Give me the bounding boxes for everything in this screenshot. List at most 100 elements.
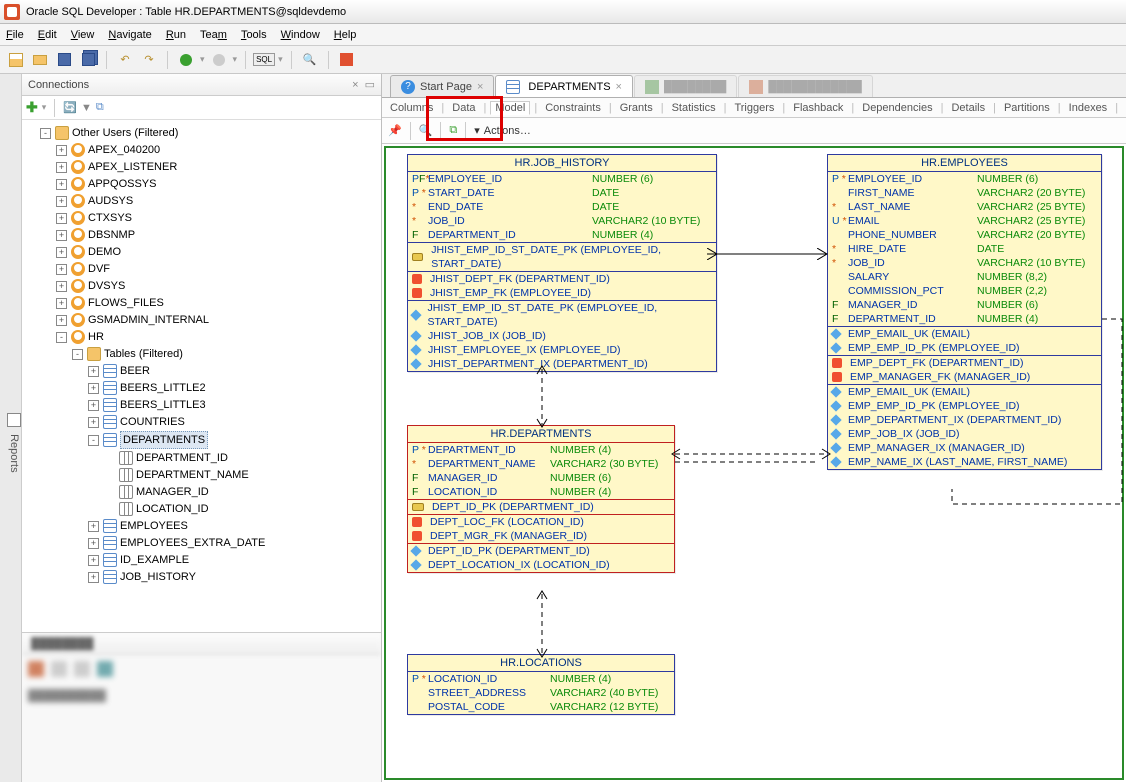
menu-window[interactable]: Window <box>281 29 320 41</box>
subtab-flashback[interactable]: Flashback <box>789 102 847 114</box>
subtab-partitions[interactable]: Partitions <box>1000 102 1054 114</box>
tree-user[interactable]: CTXSYS <box>88 212 132 224</box>
entity-title: HR.LOCATIONS <box>408 655 674 672</box>
expand-icon[interactable]: ⧉ <box>96 101 104 114</box>
tree-table[interactable]: COUNTRIES <box>120 416 185 428</box>
tree-table[interactable]: BEERS_LITTLE2 <box>120 382 206 394</box>
tree-user[interactable]: APPQOSSYS <box>88 178 156 190</box>
tree-user[interactable]: DBSNMP <box>88 229 135 241</box>
tree-user[interactable]: AUDSYS <box>88 195 133 207</box>
subtab-sql[interactable]: SQL <box>1122 102 1126 114</box>
refresh-tree-icon[interactable]: 🔄 <box>63 101 77 114</box>
tree-user[interactable]: FLOWS_FILES <box>88 297 164 309</box>
redo-icon[interactable]: ↷ <box>139 50 159 70</box>
subtab-model[interactable]: Model <box>490 101 530 115</box>
entity-job-history[interactable]: HR.JOB_HISTORY PF*EMPLOYEE_IDNUMBER (6)P… <box>407 154 717 372</box>
tree-table[interactable]: EMPLOYEES_EXTRA_DATE <box>120 537 265 549</box>
saveall-icon[interactable] <box>78 50 98 70</box>
tree-toggle[interactable]: + <box>56 281 67 292</box>
subtab-columns[interactable]: Columns <box>386 102 437 114</box>
tree-toggle[interactable]: + <box>56 179 67 190</box>
nav-fwd-icon[interactable] <box>209 50 229 70</box>
stop-icon[interactable] <box>337 50 357 70</box>
entity-title: HR.DEPARTMENTS <box>408 426 674 443</box>
tree-toggle[interactable]: + <box>56 264 67 275</box>
tree-tables[interactable]: Tables (Filtered) <box>104 348 183 360</box>
entity-locations[interactable]: HR.LOCATIONS P *LOCATION_IDNUMBER (4)STR… <box>407 654 675 715</box>
close-tab-icon[interactable]: × <box>616 81 622 93</box>
filter-icon[interactable]: ▼ <box>81 102 92 114</box>
new-connection-icon[interactable]: ✚ <box>26 99 38 116</box>
connections-close-icon[interactable]: × <box>352 79 358 91</box>
new-icon[interactable] <box>6 50 26 70</box>
menu-team[interactable]: Team <box>200 29 227 41</box>
user-icon <box>71 330 85 344</box>
connections-tree[interactable]: - Other Users (Filtered) + APEX_040200 + APE… <box>22 120 381 632</box>
tree-table-selected[interactable]: DEPARTMENTS <box>120 431 208 449</box>
menu-edit[interactable]: Edit <box>38 29 57 41</box>
tree-toggle[interactable]: + <box>56 196 67 207</box>
dropdown-icon[interactable]: ▾ <box>474 124 480 137</box>
tree-toggle[interactable]: + <box>56 213 67 224</box>
close-tab-icon[interactable]: × <box>477 81 483 93</box>
tab-ghost2[interactable]: ████████████ <box>738 75 873 97</box>
zoom-icon[interactable]: 🔍 <box>419 124 433 137</box>
tree-table[interactable]: JOB_HISTORY <box>120 571 196 583</box>
tree-user[interactable]: APEX_LISTENER <box>88 161 177 173</box>
subtab-details[interactable]: Details <box>947 102 989 114</box>
save-icon[interactable] <box>54 50 74 70</box>
menu-navigate[interactable]: Navigate <box>108 29 151 41</box>
menu-view[interactable]: View <box>71 29 95 41</box>
tree-table[interactable]: ID_EXAMPLE <box>120 554 189 566</box>
tree-toggle[interactable]: + <box>56 298 67 309</box>
connections-minimize-icon[interactable]: ▭ <box>365 78 375 91</box>
subtab-grants[interactable]: Grants <box>616 102 657 114</box>
open-icon[interactable] <box>30 50 50 70</box>
tree-toggle[interactable]: + <box>56 145 67 156</box>
tree-toggle[interactable]: + <box>56 162 67 173</box>
tree-column[interactable]: LOCATION_ID <box>136 503 209 515</box>
menu-run[interactable]: Run <box>166 29 186 41</box>
tree-toggle[interactable]: - <box>40 128 51 139</box>
tree-user[interactable]: DEMO <box>88 246 121 258</box>
binoculars-icon[interactable]: 🔍 <box>300 50 320 70</box>
pin-icon[interactable]: 📌 <box>388 124 402 137</box>
diagram-icon[interactable]: ⧉ <box>449 124 457 137</box>
sql-icon[interactable]: SQL <box>254 50 274 70</box>
subtab-indexes[interactable]: Indexes <box>1065 102 1112 114</box>
subtab-triggers[interactable]: Triggers <box>730 102 778 114</box>
tree-user[interactable]: DVF <box>88 263 110 275</box>
nav-back-icon[interactable] <box>176 50 196 70</box>
tab-ghost1[interactable]: ████████ <box>634 75 737 97</box>
table-icon <box>506 80 520 94</box>
tree-toggle[interactable]: + <box>56 315 67 326</box>
tree-table[interactable]: EMPLOYEES <box>120 520 188 532</box>
tree-user[interactable]: GSMADMIN_INTERNAL <box>88 314 209 326</box>
menu-file[interactable]: File <box>6 29 24 41</box>
tree-user-hr[interactable]: HR <box>88 331 104 343</box>
subtab-data[interactable]: Data <box>448 102 479 114</box>
menu-help[interactable]: Help <box>334 29 357 41</box>
tree-table[interactable]: BEERS_LITTLE3 <box>120 399 206 411</box>
tree-other-users[interactable]: Other Users (Filtered) <box>72 127 178 139</box>
actions-link[interactable]: Actions… <box>484 125 531 137</box>
subtab-constraints[interactable]: Constraints <box>541 102 605 114</box>
tab-start-page[interactable]: ?Start Page× <box>390 75 494 97</box>
tree-column[interactable]: DEPARTMENT_NAME <box>136 469 249 481</box>
subtab-dependencies[interactable]: Dependencies <box>858 102 936 114</box>
model-canvas[interactable]: HR.JOB_HISTORY PF*EMPLOYEE_IDNUMBER (6)P… <box>382 144 1126 782</box>
menu-tools[interactable]: Tools <box>241 29 267 41</box>
entity-departments[interactable]: HR.DEPARTMENTS P *DEPARTMENT_IDNUMBER (4… <box>407 425 675 573</box>
subtab-statistics[interactable]: Statistics <box>668 102 720 114</box>
tree-column[interactable]: MANAGER_ID <box>136 486 209 498</box>
reports-rail[interactable]: Reports <box>0 74 22 782</box>
tree-user[interactable]: APEX_040200 <box>88 144 160 156</box>
undo-icon[interactable]: ↶ <box>115 50 135 70</box>
tree-user[interactable]: DVSYS <box>88 280 125 292</box>
entity-employees[interactable]: HR.EMPLOYEES P *EMPLOYEE_IDNUMBER (6)FIR… <box>827 154 1102 470</box>
tree-table[interactable]: BEER <box>120 365 150 377</box>
tab-departments[interactable]: DEPARTMENTS× <box>495 75 633 97</box>
tree-column[interactable]: DEPARTMENT_ID <box>136 452 228 464</box>
tree-toggle[interactable]: + <box>56 230 67 241</box>
tree-toggle[interactable]: + <box>56 247 67 258</box>
